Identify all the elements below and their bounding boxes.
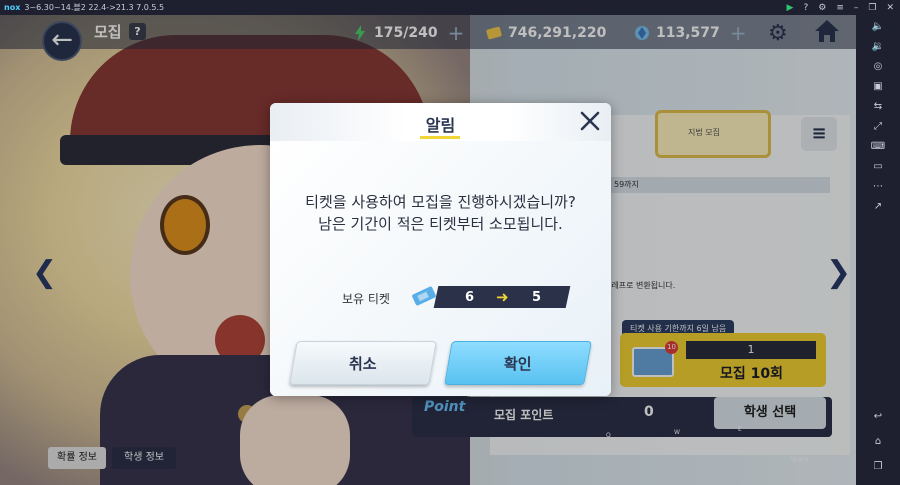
emulator-titlebar: nox 3~6.30~14.블2 22.4->21.3 7.0.5.5 ▶ ? … [0,0,900,15]
restore-icon[interactable]: ❐ [868,3,876,13]
game-viewport: 지법 모집 ≡ 59까지 엘레프로 변환됩니다. 티켓 사용 기한까지 6일 남… [0,15,856,485]
more-icon[interactable]: ⋯ [868,177,888,197]
shake-icon[interactable]: ◎ [868,57,888,77]
help-circle-icon[interactable]: ? [803,3,808,13]
emulator-sidebar: 🔈 🔉 ◎ ▣ ⇆ ⤢ ⌨ ▭ ⋯ ↗ ↩ ⌂ ❐ [856,15,900,485]
cancel-button-label: 취소 [349,355,377,373]
menu-icon[interactable]: ≡ [836,3,844,13]
cancel-button[interactable]: 취소 [289,341,437,385]
emulator-window-controls: ▶ ? ⚙ ≡ – ❐ ✕ [787,0,894,15]
confirm-dialog: 알림 티켓을 사용하여 모집을 진행하시겠습니까? 남은 기간이 적은 티켓부터… [270,103,611,396]
volume-up-icon[interactable]: 🔈 [868,17,888,37]
emulator-version: 3~6.30~14.블2 22.4->21.3 7.0.5.5 [24,3,165,12]
dialog-title: 알림 [425,116,456,135]
screenshot-icon[interactable]: ▣ [868,77,888,97]
dialog-message-line1: 티켓을 사용하여 모집을 진행하시겠습니까? [305,193,576,211]
external-link-icon[interactable]: ↗ [868,197,888,217]
android-nav-group: ↩ ⌂ ❐ [868,407,888,477]
confirm-button[interactable]: 확인 [444,341,592,385]
ticket-label: 보유 티켓 [342,292,390,306]
multi-window-icon[interactable]: ▭ [868,157,888,177]
title-underline [420,136,460,139]
ticket-count-after: 5 [532,290,542,305]
emulator-logo: nox [4,3,21,12]
android-recents-icon[interactable]: ❐ [868,457,888,477]
settings-icon[interactable]: ⚙ [818,3,826,13]
confirm-button-label: 확인 [504,355,532,373]
close-icon[interactable] [578,109,602,133]
minimize-icon[interactable]: – [854,3,859,13]
rotate-icon[interactable]: ⇆ [868,97,888,117]
dialog-header: 알림 [270,103,611,141]
fullscreen-icon[interactable]: ⤢ [868,117,888,137]
keyboard-mapping-icon[interactable]: ⌨ [868,137,888,157]
ticket-count-before: 6 [465,290,475,305]
close-window-icon[interactable]: ✕ [886,3,894,13]
dialog-message-line2: 남은 기간이 적은 티켓부터 소모됩니다. [318,215,563,233]
arrow-right-icon: ➜ [496,288,509,306]
android-home-icon[interactable]: ⌂ [868,432,888,452]
volume-down-icon[interactable]: 🔉 [868,37,888,57]
dialog-message: 티켓을 사용하여 모집을 진행하시겠습니까? 남은 기간이 적은 티켓부터 소모… [270,191,611,235]
android-back-icon[interactable]: ↩ [868,407,888,427]
play-icon[interactable]: ▶ [787,3,794,13]
